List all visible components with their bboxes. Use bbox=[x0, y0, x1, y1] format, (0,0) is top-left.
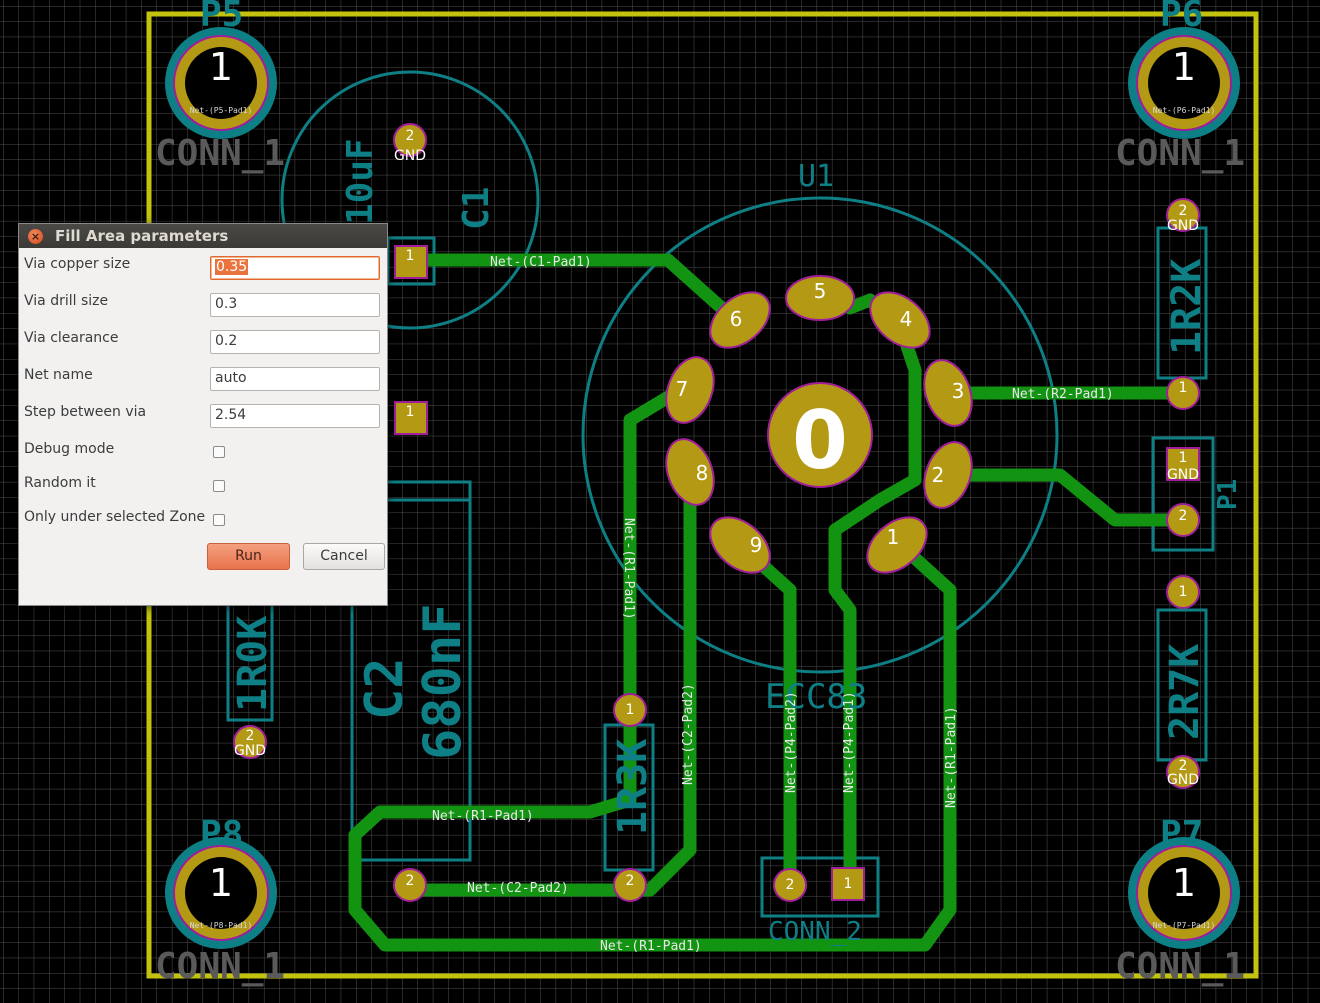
tube-pin-7: 7 bbox=[676, 377, 689, 401]
fill-area-dialog: × Fill Area parameters Via copper size 0… bbox=[18, 223, 388, 606]
pad-p1-1-net: GND bbox=[1167, 467, 1199, 483]
via-drill-size-label: Via drill size bbox=[24, 293, 109, 309]
value-c1: 10uF bbox=[340, 138, 381, 225]
net-label-r1-pad1-d: Net-(R1-Pad1) bbox=[944, 706, 959, 808]
via-drill-size-input[interactable]: 0.3 bbox=[210, 293, 380, 317]
pad-r4-2-net: GND bbox=[1167, 772, 1199, 788]
via-copper-size-value: 0.35 bbox=[215, 259, 249, 275]
pad-p1-2: 2 bbox=[1179, 508, 1188, 524]
step-between-via-value: 2.54 bbox=[215, 407, 247, 423]
net-label-p4-pad2: Net-(P4-Pad2) bbox=[784, 691, 799, 793]
tube-pin-4: 4 bbox=[900, 307, 913, 331]
pad-r4-1: 1 bbox=[1179, 584, 1188, 600]
hole-net-p7: Net-(P7-Pad1) bbox=[1153, 921, 1216, 930]
pin-p6: 1 bbox=[1172, 45, 1196, 89]
ref-u1: U1 bbox=[798, 159, 834, 194]
net-label-r1-pad1-c: Net-(R1-Pad1) bbox=[621, 518, 636, 620]
close-icon[interactable]: × bbox=[28, 228, 43, 244]
pad-r2-2: 2 bbox=[1179, 203, 1188, 219]
value-conn1-bl: CONN_1 bbox=[155, 946, 285, 987]
pad-r2-1: 1 bbox=[1179, 380, 1188, 396]
pad-r1-1: 1 bbox=[626, 702, 635, 718]
tube-pin-9: 9 bbox=[750, 533, 763, 557]
pad-p4-2: 2 bbox=[786, 877, 795, 893]
net-name-value: auto bbox=[215, 370, 247, 386]
pin-p7: 1 bbox=[1172, 861, 1196, 905]
net-name-input[interactable]: auto bbox=[210, 367, 380, 391]
ref-r3: 1R0K bbox=[230, 616, 276, 712]
via-clearance-label: Via clearance bbox=[24, 330, 119, 346]
tube-pin-2: 2 bbox=[932, 463, 945, 487]
tube-pin-5: 5 bbox=[814, 279, 827, 303]
via-clearance-value: 0.2 bbox=[215, 333, 238, 349]
pad-r2-2-net: GND bbox=[1167, 218, 1199, 234]
only-under-selected-zone-label: Only under selected Zone bbox=[24, 509, 206, 525]
tube-pin-0: 0 bbox=[792, 394, 848, 487]
tube-pin-3: 3 bbox=[952, 379, 965, 403]
net-label-c1-pad1: Net-(C1-Pad1) bbox=[490, 255, 592, 270]
ref-r4: 2R7K bbox=[1162, 644, 1208, 740]
pin-p8: 1 bbox=[209, 861, 233, 905]
pad-p4-1: 1 bbox=[844, 876, 853, 892]
pin-p5: 1 bbox=[209, 45, 233, 89]
via-clearance-input[interactable]: 0.2 bbox=[210, 330, 380, 354]
step-between-via-label: Step between via bbox=[24, 404, 147, 420]
value-conn2: CONN_2 bbox=[768, 917, 862, 947]
dialog-titlebar: × Fill Area parameters bbox=[19, 224, 387, 248]
via-drill-size-value: 0.3 bbox=[215, 296, 238, 312]
random-it-label: Random it bbox=[24, 475, 96, 491]
ref-p7: P7 bbox=[1160, 814, 1203, 855]
tube-pin-1: 1 bbox=[887, 525, 900, 549]
value-c2: 680nF bbox=[413, 603, 473, 760]
pad-c1-1: 1 bbox=[406, 248, 415, 264]
ref-c2: C2 bbox=[355, 657, 415, 720]
pad-c1-2: 2 bbox=[406, 128, 415, 144]
ref-p5: P5 bbox=[200, 0, 243, 35]
net-label-p4-pad1: Net-(P4-Pad1) bbox=[842, 691, 857, 793]
value-conn1-tr: CONN_1 bbox=[1115, 133, 1245, 174]
ref-p8: P8 bbox=[200, 814, 243, 855]
net-label-r1-pad1-a: Net-(R1-Pad1) bbox=[432, 809, 534, 824]
step-between-via-input[interactable]: 2.54 bbox=[210, 404, 380, 428]
pad-p1-1: 1 bbox=[1179, 450, 1188, 466]
ref-r1: 1R3K bbox=[610, 739, 656, 835]
ref-p6: P6 bbox=[1160, 0, 1203, 35]
pad-c2-2: 2 bbox=[406, 873, 415, 889]
only-under-selected-zone-checkbox[interactable] bbox=[213, 514, 225, 526]
tube-pin-8: 8 bbox=[696, 461, 709, 485]
cancel-button[interactable]: Cancel bbox=[303, 543, 385, 570]
dialog-title: Fill Area parameters bbox=[55, 227, 229, 245]
via-copper-size-label: Via copper size bbox=[24, 256, 131, 272]
debug-mode-checkbox[interactable] bbox=[213, 446, 225, 458]
value-conn1-br: CONN_1 bbox=[1115, 946, 1245, 987]
ref-r2: 1R2K bbox=[1164, 259, 1210, 355]
value-conn1-tl: CONN_1 bbox=[155, 133, 285, 174]
ref-p1: P1 bbox=[1213, 479, 1243, 510]
tube-pin-6: 6 bbox=[730, 307, 743, 331]
run-button[interactable]: Run bbox=[207, 543, 290, 570]
via-copper-size-input[interactable]: 0.35 bbox=[210, 256, 380, 280]
net-label-c2-pad2-a: Net-(C2-Pad2) bbox=[467, 881, 569, 896]
hole-net-p6: Net-(P6-Pad1) bbox=[1153, 106, 1216, 115]
hole-net-p5: Net-(P5-Pad1) bbox=[190, 106, 253, 115]
ref-c1: C1 bbox=[456, 187, 497, 230]
pad-r3-2: 2 bbox=[246, 728, 255, 744]
net-name-label: Net name bbox=[24, 367, 93, 383]
debug-mode-label: Debug mode bbox=[24, 441, 115, 457]
pad-c2-1: 1 bbox=[406, 404, 415, 420]
net-label-c2-pad2-b: Net-(C2-Pad2) bbox=[681, 683, 696, 785]
pad-c1-2-net: GND bbox=[394, 148, 426, 164]
net-label-r2-pad1: Net-(R2-Pad1) bbox=[1012, 387, 1114, 402]
pad-r1-2: 2 bbox=[626, 873, 635, 889]
random-it-checkbox[interactable] bbox=[213, 480, 225, 492]
hole-net-p8: Net-(P8-Pad1) bbox=[190, 921, 253, 930]
net-label-r1-pad1-b: Net-(R1-Pad1) bbox=[600, 939, 702, 954]
pad-r3-2-net: GND bbox=[234, 743, 266, 759]
